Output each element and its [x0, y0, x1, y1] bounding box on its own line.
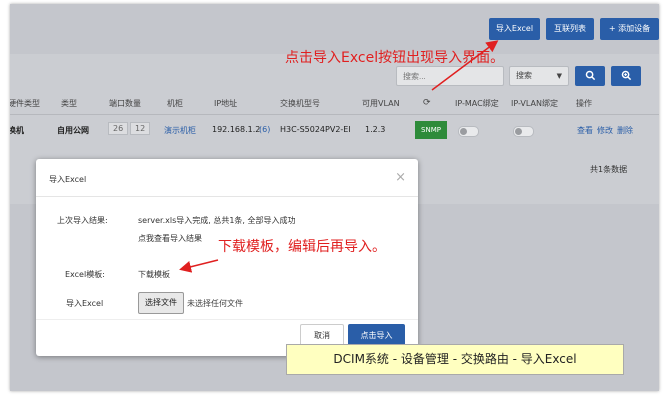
- header-hw-type: 硬件类型: [10, 99, 40, 108]
- header-ip-vlan: IP-VLAN绑定: [511, 99, 558, 108]
- cell-hw-type: 换机: [10, 126, 24, 135]
- delete-link[interactable]: 删除: [617, 125, 633, 136]
- header-divider: [10, 114, 659, 115]
- caption-box: DCIM系统 - 设备管理 - 交换路由 - 导入Excel: [286, 344, 624, 375]
- app-window: 导入Excel 互联列表 + 添加设备 搜索 ▼ 硬件类型 类型 端口数量 机柜…: [10, 4, 659, 391]
- interconnect-list-button[interactable]: 互联列表: [546, 18, 594, 40]
- search-field-select[interactable]: 搜索 ▼: [509, 66, 569, 86]
- download-template-link[interactable]: 下载模板: [138, 269, 170, 280]
- cabinet-link[interactable]: 演示机柜: [164, 125, 196, 136]
- header-vlan: 可用VLAN: [362, 99, 400, 108]
- import-excel-modal: 导入Excel × 上次导入结果: server.xls导入完成, 总共1条, …: [36, 159, 418, 356]
- header-actions: 操作: [576, 99, 592, 108]
- import-excel-button[interactable]: 导入Excel: [489, 18, 540, 40]
- view-result-link[interactable]: 点我查看导入结果: [138, 233, 202, 244]
- modal-title: 导入Excel: [49, 175, 87, 184]
- search-input[interactable]: [396, 66, 504, 86]
- header-cabinet: 机柜: [167, 99, 183, 108]
- advanced-search-button[interactable]: [611, 66, 641, 86]
- edit-link[interactable]: 修改: [597, 125, 613, 136]
- annotation-template: 下载模板，编辑后再导入。: [218, 239, 386, 255]
- search-select-value: 搜索: [516, 71, 532, 80]
- annotation-import-button: 点击导入Excel按钮出现导入界面。: [285, 50, 505, 66]
- cell-type: 自用公网: [57, 126, 89, 135]
- header-type: 类型: [61, 99, 77, 108]
- add-device-button[interactable]: + 添加设备: [600, 18, 659, 40]
- header-port-count: 端口数量: [109, 99, 141, 108]
- caret-down-icon: ▼: [556, 72, 562, 80]
- snmp-badge[interactable]: SNMP: [415, 121, 447, 139]
- ip-vlan-toggle[interactable]: [513, 126, 534, 137]
- total-count: 共1条数据: [590, 165, 628, 174]
- ip-mac-toggle[interactable]: [458, 126, 479, 137]
- choose-file-button[interactable]: 选择文件: [138, 292, 184, 314]
- search-button[interactable]: [575, 66, 605, 86]
- no-file-text: 未选择任何文件: [187, 299, 243, 308]
- toggle-knob: [515, 128, 522, 135]
- view-link[interactable]: 查看: [577, 125, 593, 136]
- cell-model: H3C-S5024PV2-EI: [280, 125, 351, 134]
- last-result-label: 上次导入结果:: [57, 216, 108, 225]
- zoom-in-icon: [621, 70, 631, 80]
- template-label: Excel模板:: [65, 270, 105, 279]
- port-count-b: 12: [130, 122, 151, 135]
- import-file-label: 导入Excel: [66, 299, 104, 308]
- toggle-knob: [460, 128, 467, 135]
- modal-divider: [36, 196, 418, 197]
- last-result-text: server.xls导入完成, 总共1条, 全部导入成功: [138, 216, 296, 225]
- cell-ip: 192.168.1.2: [212, 125, 261, 134]
- close-icon[interactable]: ×: [395, 170, 406, 185]
- refresh-icon[interactable]: ⟳: [423, 98, 431, 108]
- modal-footer-divider: [36, 319, 418, 320]
- ip-count-link[interactable]: (6): [259, 125, 270, 134]
- cell-vlan: 1.2.3: [365, 125, 386, 134]
- header-ip-mac: IP-MAC绑定: [455, 99, 499, 108]
- search-icon: [585, 70, 595, 80]
- port-count-a: 26: [108, 122, 129, 135]
- header-ip: IP地址: [214, 99, 238, 108]
- header-model: 交换机型号: [280, 99, 320, 108]
